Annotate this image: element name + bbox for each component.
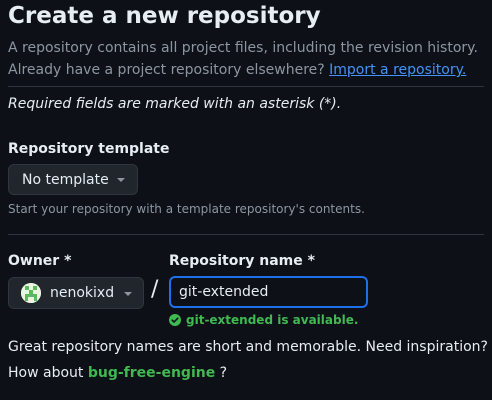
inspiration-text: Great repository names are short and mem… bbox=[8, 339, 488, 355]
suggestion-suffix: ? bbox=[219, 365, 228, 381]
divider bbox=[8, 234, 484, 235]
availability-text: git-extended is available. bbox=[186, 313, 359, 327]
chevron-down-icon bbox=[117, 178, 125, 182]
import-repository-link[interactable]: Import a repository. bbox=[329, 62, 466, 78]
template-selected-value: No template bbox=[22, 171, 109, 188]
owner-repo-separator: / bbox=[151, 277, 159, 302]
repo-name-input[interactable] bbox=[169, 276, 368, 308]
owner-dropdown-button[interactable]: nenokixd bbox=[8, 277, 144, 309]
owner-label: Owner * bbox=[8, 253, 72, 269]
owner-selected-value: nenokixd bbox=[50, 285, 115, 301]
repo-name-label: Repository name * bbox=[169, 253, 315, 269]
description-line-1: A repository contains all project files,… bbox=[8, 40, 478, 56]
chevron-down-icon bbox=[124, 292, 132, 296]
page-description: A repository contains all project files,… bbox=[8, 37, 478, 81]
description-line-2-text: Already have a project repository elsewh… bbox=[8, 62, 325, 78]
suggestion-line: How about bug-free-engine ? bbox=[8, 365, 227, 381]
check-circle-icon bbox=[169, 314, 181, 326]
template-hint: Start your repository with a template re… bbox=[8, 202, 365, 216]
required-fields-note: Required fields are marked with an aster… bbox=[8, 96, 342, 112]
avatar bbox=[21, 283, 41, 303]
create-repo-page: Create a new repository A repository con… bbox=[0, 0, 492, 400]
divider bbox=[8, 86, 484, 87]
template-dropdown-button[interactable]: No template bbox=[8, 164, 138, 195]
availability-message: git-extended is available. bbox=[169, 313, 358, 327]
suggested-repo-name[interactable]: bug-free-engine bbox=[88, 365, 215, 381]
suggestion-prefix: How about bbox=[8, 365, 84, 381]
description-line-2: Already have a project repository elsewh… bbox=[8, 59, 478, 81]
page-title: Create a new repository bbox=[8, 3, 321, 29]
template-label: Repository template bbox=[8, 141, 170, 157]
